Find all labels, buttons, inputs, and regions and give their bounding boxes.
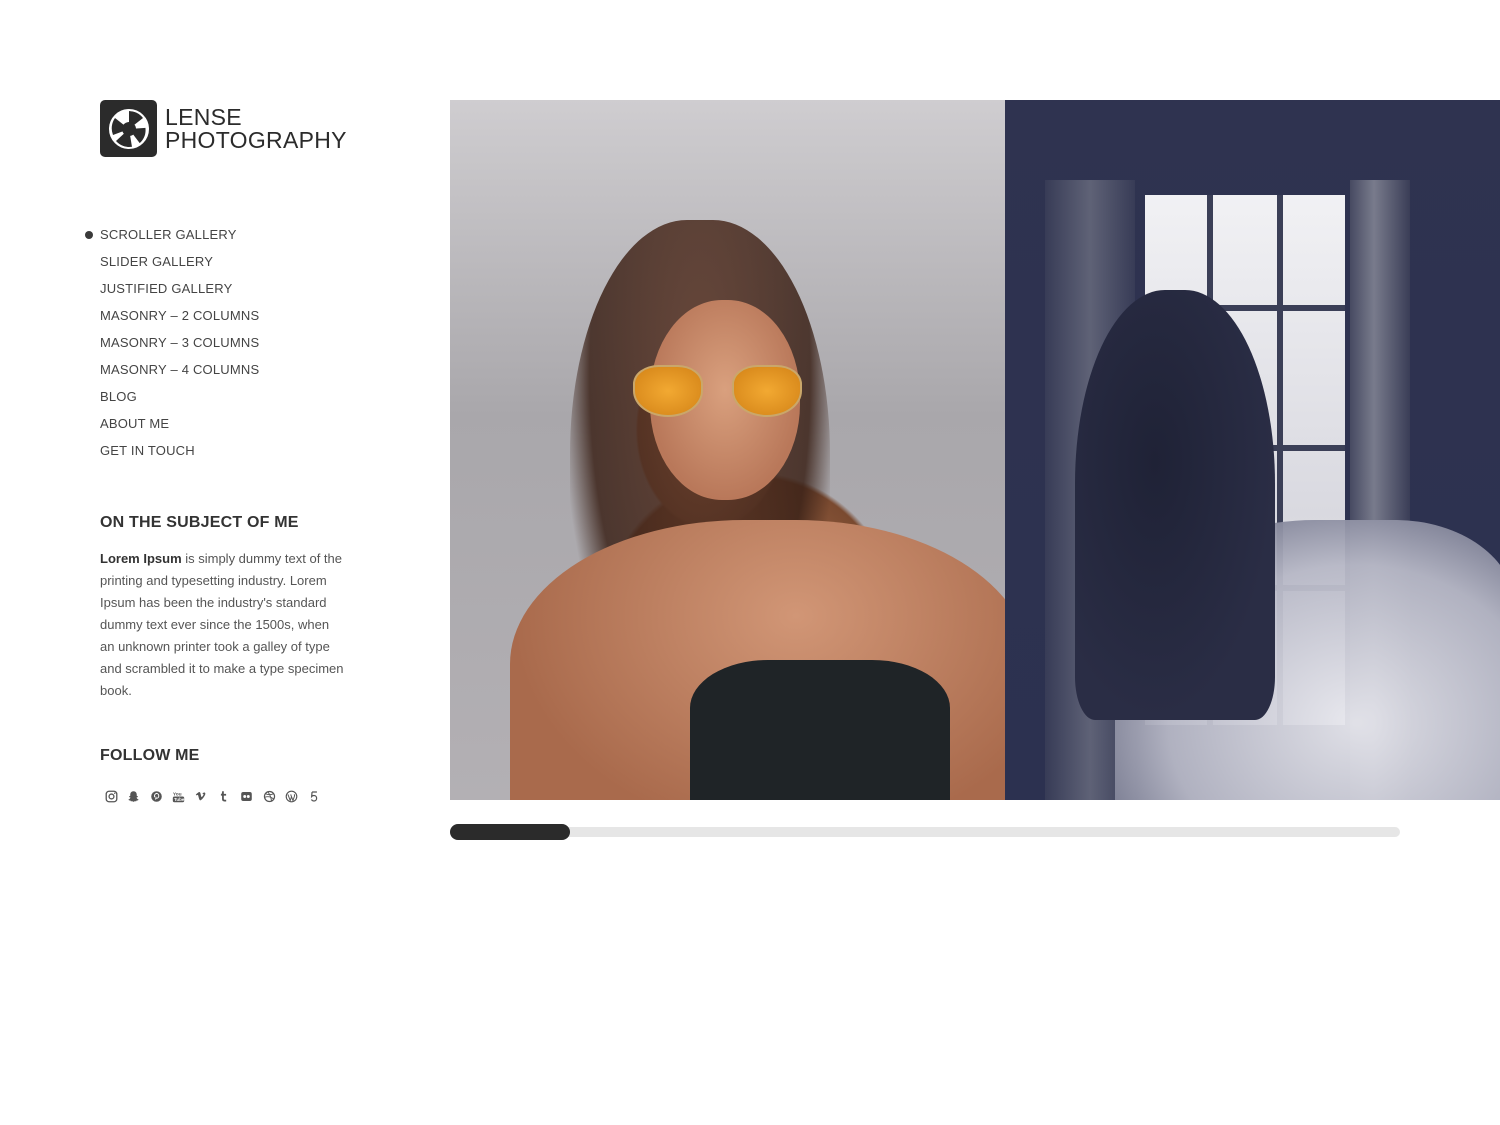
site-title: LENSE PHOTOGRAPHY [165,103,347,153]
wedding-couple-window-photo[interactable] [1005,100,1500,800]
main-nav: SCROLLER GALLERY SLIDER GALLERY JUSTIFIE… [84,226,259,469]
nav-item-scroller-gallery[interactable]: SCROLLER GALLERY [84,226,259,253]
instagram-icon[interactable] [100,785,122,807]
nav-item-blog[interactable]: BLOG [100,388,259,415]
nav-item-masonry-2-columns[interactable]: MASONRY – 2 COLUMNS [100,307,259,334]
vimeo-icon[interactable] [190,785,212,807]
nav-item-about-me[interactable]: ABOUT ME [100,415,259,442]
social-icons: You Tube [100,785,326,807]
about-text-bold: Lorem Ipsum [100,551,182,566]
scroller-gallery[interactable] [450,100,1500,800]
youtube-icon[interactable]: You Tube [168,785,190,807]
page: LENSE PHOTOGRAPHY SCROLLER GALLERY SLIDE… [0,0,1500,1125]
500px-icon[interactable] [303,785,325,807]
svg-text:Tube: Tube [174,797,185,802]
about-text-body: is simply dummy text of the printing and… [100,551,344,698]
wordpress-icon[interactable] [281,785,303,807]
photo-detail-top [690,660,950,800]
flickr-icon[interactable] [236,785,258,807]
pinterest-icon[interactable] [145,785,167,807]
nav-item-get-in-touch[interactable]: GET IN TOUCH [100,442,259,469]
snapchat-icon[interactable] [123,785,145,807]
camera-aperture-icon [100,100,157,157]
follow-widget-title: FOLLOW ME [100,747,200,764]
tumblr-icon[interactable] [213,785,235,807]
nav-item-slider-gallery[interactable]: SLIDER GALLERY [100,253,259,280]
site-logo[interactable]: LENSE PHOTOGRAPHY [100,100,347,157]
nav-item-justified-gallery[interactable]: JUSTIFIED GALLERY [100,280,259,307]
gallery-scrollbar[interactable] [450,824,1400,840]
about-widget-title: ON THE SUBJECT OF ME [100,514,299,531]
site-title-line2: PHOTOGRAPHY [165,126,347,153]
about-widget-text: Lorem Ipsum is simply dummy text of the … [100,548,345,702]
nav-item-masonry-4-columns[interactable]: MASONRY – 4 COLUMNS [100,361,259,388]
photo-detail-glasses-left [633,365,703,417]
dribbble-icon[interactable] [258,785,280,807]
woman-orange-sunglasses-photo[interactable] [450,100,1005,800]
site-title-line1: LENSE [165,103,242,130]
photo-detail-couple [1075,290,1275,720]
gallery-scrollbar-thumb[interactable] [450,824,570,840]
nav-item-masonry-3-columns[interactable]: MASONRY – 3 COLUMNS [100,334,259,361]
photo-detail-glasses-right [732,365,802,417]
